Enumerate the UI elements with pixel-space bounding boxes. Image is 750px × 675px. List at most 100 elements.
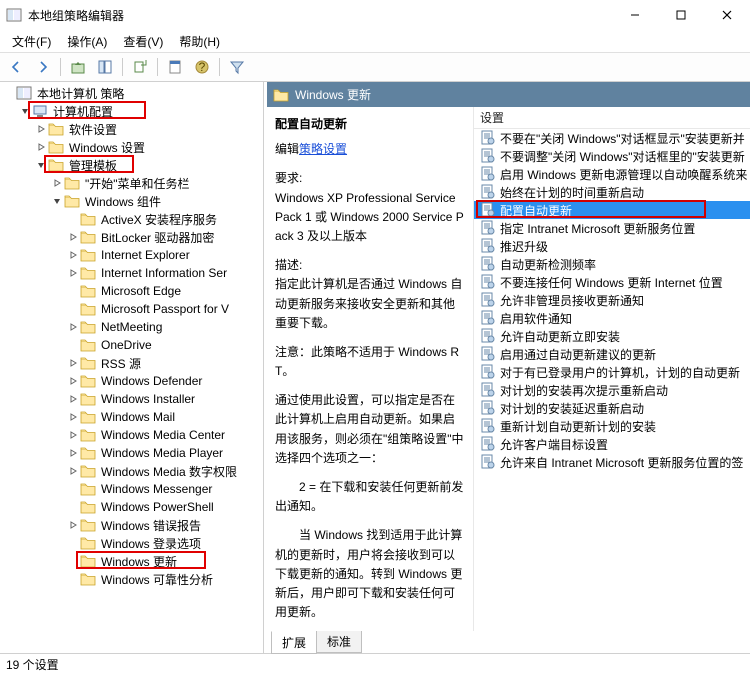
chevron-right-icon[interactable] — [66, 428, 80, 442]
tree-windows-components[interactable]: Windows 组件 — [50, 192, 263, 210]
settings-item[interactable]: 不要调整"关闭 Windows"对话框里的"安装更新 — [474, 147, 750, 165]
tree-item-mail[interactable]: Windows Mail — [66, 408, 263, 426]
filter-icon[interactable] — [225, 55, 249, 79]
chevron-down-icon[interactable] — [50, 194, 64, 208]
up-icon[interactable] — [66, 55, 90, 79]
tree-item-errorreport[interactable]: Windows 错误报告 — [66, 516, 263, 534]
tree-item-ie[interactable]: Internet Explorer — [66, 246, 263, 264]
tree-item-bitlocker[interactable]: BitLocker 驱动器加密 — [66, 228, 263, 246]
tree-computer-config[interactable]: 计算机配置 — [18, 102, 263, 120]
app-icon — [6, 7, 22, 23]
tree-item-update[interactable]: Windows 更新 — [66, 552, 263, 570]
menu-view[interactable]: 查看(V) — [115, 31, 171, 52]
chevron-right-icon[interactable] — [34, 122, 48, 136]
folder-icon — [80, 319, 96, 335]
tree-item-logonopts[interactable]: Windows 登录选项 — [66, 534, 263, 552]
settings-item[interactable]: 对计划的安装再次提示重新启动 — [474, 381, 750, 399]
chevron-right-icon[interactable] — [66, 230, 80, 244]
chevron-right-icon[interactable] — [66, 518, 80, 532]
menu-help[interactable]: 帮助(H) — [171, 31, 228, 52]
settings-item[interactable]: 启用 Windows 更新电源管理以自动唤醒系统来 — [474, 165, 750, 183]
settings-item[interactable]: 配置自动更新 — [474, 201, 750, 219]
tree-item-onedrive[interactable]: OneDrive — [66, 336, 263, 354]
settings-item[interactable]: 启用软件通知 — [474, 309, 750, 327]
tree-item-netmeeting[interactable]: NetMeeting — [66, 318, 263, 336]
chevron-down-icon[interactable] — [18, 104, 32, 118]
settings-vscroll[interactable] — [732, 129, 750, 631]
settings-item-label: 对计划的安装延迟重新启动 — [500, 400, 644, 417]
tree-start-taskbar[interactable]: "开始"菜单和任务栏 — [50, 174, 263, 192]
tree-item-activex[interactable]: ActiveX 安装程序服务 — [66, 210, 263, 228]
maximize-button[interactable] — [658, 0, 704, 30]
tree-windows-settings[interactable]: Windows 设置 — [34, 138, 263, 156]
settings-item[interactable]: 对计划的安装延迟重新启动 — [474, 399, 750, 417]
settings-item[interactable]: 允许非管理员接收更新通知 — [474, 291, 750, 309]
settings-item[interactable]: 启用通过自动更新建议的更新 — [474, 345, 750, 363]
policy-settings-link[interactable]: 策略设置 — [299, 142, 347, 156]
settings-item[interactable]: 始终在计划的时间重新启动 — [474, 183, 750, 201]
tree-item-passport[interactable]: Microsoft Passport for V — [66, 300, 263, 318]
settings-item-label: 允许自动更新立即安装 — [500, 328, 620, 345]
desc1: 指定此计算机是否通过 Windows 自动更新服务来接收安全更新和其他重要下载。 — [275, 277, 462, 329]
menu-action[interactable]: 操作(A) — [59, 31, 115, 52]
tree-item-rss[interactable]: RSS 源 — [66, 354, 263, 372]
chevron-right-icon[interactable] — [66, 392, 80, 406]
tree-item-mediaplayer[interactable]: Windows Media Player — [66, 444, 263, 462]
minimize-button[interactable] — [612, 0, 658, 30]
tab-standard[interactable]: 标准 — [316, 631, 362, 653]
settings-item[interactable]: 重新计划自动更新计划的安装 — [474, 417, 750, 435]
settings-item[interactable]: 允许自动更新立即安装 — [474, 327, 750, 345]
tree-item-iis[interactable]: Internet Information Ser — [66, 264, 263, 282]
detail-panel: 配置自动更新 编辑策略设置 要求:Windows XP Professional… — [267, 107, 473, 631]
settings-item[interactable]: 指定 Intranet Microsoft 更新服务位置 — [474, 219, 750, 237]
tree-hscroll[interactable] — [0, 635, 263, 653]
policy-icon — [480, 292, 496, 308]
settings-item[interactable]: 不要连接任何 Windows 更新 Internet 位置 — [474, 273, 750, 291]
chevron-right-icon[interactable] — [66, 410, 80, 424]
export-icon[interactable] — [128, 55, 152, 79]
chevron-right-icon[interactable] — [50, 176, 64, 190]
help-icon[interactable]: ? — [190, 55, 214, 79]
tree-item-installer[interactable]: Windows Installer — [66, 390, 263, 408]
menu-file[interactable]: 文件(F) — [4, 31, 59, 52]
tree-root[interactable]: 本地计算机 策略 — [2, 84, 263, 102]
tree-item-powershell[interactable]: Windows PowerShell — [66, 498, 263, 516]
column-header-settings[interactable]: 设置 — [474, 107, 750, 129]
tree-software-settings[interactable]: 软件设置 — [34, 120, 263, 138]
tree-item-label: Windows 可靠性分析 — [99, 570, 215, 589]
tree-item-mediacenter[interactable]: Windows Media Center — [66, 426, 263, 444]
settings-item[interactable]: 允许客户端目标设置 — [474, 435, 750, 453]
tree-scroll[interactable]: 本地计算机 策略 计算机配置 — [0, 82, 263, 635]
chevron-right-icon[interactable] — [66, 320, 80, 334]
tab-extended[interactable]: 扩展 — [271, 631, 317, 654]
chevron-right-icon[interactable] — [66, 266, 80, 280]
tree-item-defender[interactable]: Windows Defender — [66, 372, 263, 390]
close-button[interactable] — [704, 0, 750, 30]
show-hide-tree-icon[interactable] — [93, 55, 117, 79]
forward-button[interactable] — [31, 55, 55, 79]
settings-item[interactable]: 推迟升级 — [474, 237, 750, 255]
chevron-right-icon[interactable] — [34, 140, 48, 154]
chevron-right-icon[interactable] — [66, 464, 80, 478]
chevron-right-icon[interactable] — [66, 374, 80, 388]
tree-admin-templates[interactable]: 管理模板 — [34, 156, 263, 174]
settings-item[interactable]: 对于有已登录用户的计算机，计划的自动更新 — [474, 363, 750, 381]
tree-item-edge[interactable]: Microsoft Edge — [66, 282, 263, 300]
settings-list-column: 设置 不要在"关闭 Windows"对话框显示"安装更新并不要调整"关闭 Win… — [473, 107, 750, 631]
chevron-right-icon[interactable] — [66, 248, 80, 262]
tree-item-label: Internet Information Ser — [99, 265, 229, 281]
folder-icon — [48, 139, 64, 155]
settings-item[interactable]: 允许来自 Intranet Microsoft 更新服务位置的签 — [474, 453, 750, 471]
chevron-down-icon[interactable] — [34, 158, 48, 172]
properties-icon[interactable] — [163, 55, 187, 79]
chevron-right-icon[interactable] — [66, 356, 80, 370]
policy-icon — [480, 274, 496, 290]
back-button[interactable] — [4, 55, 28, 79]
chevron-right-icon[interactable] — [66, 446, 80, 460]
settings-item[interactable]: 自动更新检测频率 — [474, 255, 750, 273]
tree-item-reliability[interactable]: Windows 可靠性分析 — [66, 570, 263, 588]
tree-item-mediadrm[interactable]: Windows Media 数字权限 — [66, 462, 263, 480]
settings-item[interactable]: 不要在"关闭 Windows"对话框显示"安装更新并 — [474, 129, 750, 147]
desc-label: 描述: — [275, 258, 302, 272]
tree-item-messenger[interactable]: Windows Messenger — [66, 480, 263, 498]
